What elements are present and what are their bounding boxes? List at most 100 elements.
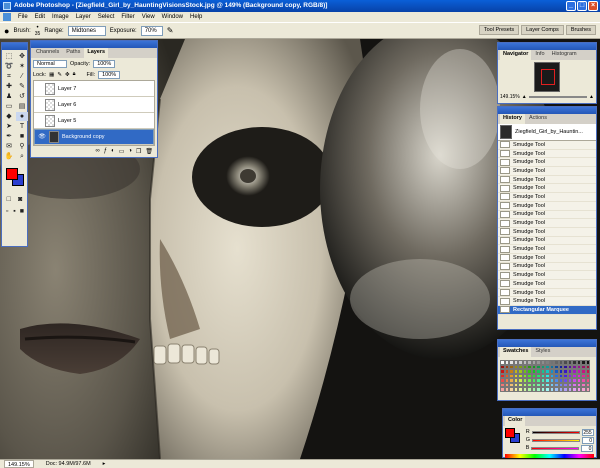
ps-menu-icon[interactable] (3, 13, 11, 21)
tab-actions[interactable]: Actions (525, 114, 550, 124)
hand-tool-icon[interactable]: ✋ (3, 152, 15, 161)
tab-swatches[interactable]: Swatches (500, 347, 532, 357)
add-mask-icon[interactable]: ◐ (111, 148, 115, 154)
toolbox-grip[interactable] (2, 43, 27, 50)
tab-info[interactable]: Info (532, 50, 548, 60)
quick-mask-icon[interactable]: ◙ (16, 195, 26, 204)
layer-style-icon[interactable]: ƒ (104, 148, 107, 154)
tab-history[interactable]: History (500, 114, 525, 124)
history-item[interactable]: Smudge Tool (498, 210, 596, 220)
status-zoom[interactable]: 149.15% (4, 460, 34, 468)
channel-r-value[interactable]: 255 (581, 428, 594, 436)
dodge-tool-icon[interactable]: ● (16, 112, 28, 121)
well-layer-comps[interactable]: Layer Comps (521, 25, 564, 35)
lock-all-icon[interactable]: 🔒︎ (73, 71, 76, 78)
healing-brush-tool-icon[interactable]: ✚ (3, 82, 15, 91)
history-item[interactable]: Smudge Tool (498, 262, 596, 272)
close-button[interactable]: × (588, 1, 598, 11)
clone-stamp-tool-icon[interactable]: ♟ (3, 92, 15, 101)
screen-mode-full-icon[interactable]: ■ (19, 207, 25, 216)
move-tool-icon[interactable]: ✥ (16, 52, 28, 61)
lock-image-icon[interactable]: ✎ (57, 72, 62, 78)
current-tool-icon[interactable]: ● (4, 26, 9, 36)
tab-color[interactable]: Color (505, 416, 526, 426)
history-item[interactable]: Smudge Tool (498, 219, 596, 228)
menu-window[interactable]: Window (162, 14, 183, 20)
well-tool-presets[interactable]: Tool Presets (478, 25, 520, 35)
delete-layer-icon[interactable]: 🗑︎ (145, 148, 153, 155)
slider-b[interactable] (531, 446, 580, 450)
foreground-color-swatch[interactable] (6, 168, 18, 180)
shape-tool-icon[interactable]: ■ (16, 132, 28, 141)
airbrush-icon[interactable]: ✎ (167, 26, 174, 35)
notes-tool-icon[interactable]: ✉ (3, 142, 15, 151)
range-select[interactable]: Midtones (67, 25, 106, 36)
history-item[interactable]: Smudge Tool (498, 141, 596, 150)
new-group-icon[interactable]: ▭ (119, 148, 125, 155)
history-item[interactable]: Smudge Tool (498, 297, 596, 307)
zoom-out-icon[interactable]: ▲ (522, 94, 527, 100)
history-panel-titlebar[interactable] (498, 107, 596, 114)
history-item[interactable]: Smudge Tool (498, 193, 596, 202)
pen-tool-icon[interactable]: ✒ (3, 132, 15, 141)
eraser-tool-icon[interactable]: ▭ (3, 102, 15, 111)
swatch-cell[interactable] (585, 387, 590, 392)
navigator-panel-titlebar[interactable] (498, 43, 596, 50)
menu-layer[interactable]: Layer (76, 14, 91, 20)
blur-tool-icon[interactable]: ◆ (3, 112, 15, 121)
history-brush-tool-icon[interactable]: ↺ (16, 92, 28, 101)
channel-b-value[interactable]: 0 (581, 444, 594, 452)
slider-g[interactable] (532, 438, 580, 442)
color-spectrum-bar[interactable] (505, 454, 594, 458)
menu-image[interactable]: Image (52, 14, 69, 20)
history-item[interactable]: Smudge Tool (498, 175, 596, 185)
new-adjustment-icon[interactable]: ◑ (128, 148, 132, 154)
history-item[interactable]: Smudge Tool (498, 227, 596, 237)
link-layers-icon[interactable]: ∞ (95, 148, 99, 154)
layer-row[interactable]: Layer 6 (34, 97, 154, 113)
menu-view[interactable]: View (142, 14, 155, 20)
layer-row[interactable]: Layer 5 (34, 113, 154, 129)
history-item[interactable]: Smudge Tool (498, 201, 596, 211)
lock-position-icon[interactable]: ✥ (65, 72, 70, 78)
menu-filter[interactable]: Filter (121, 14, 134, 20)
eyedropper-tool-icon[interactable]: ⚲ (16, 142, 28, 151)
eye-icon[interactable]: 👁︎ (38, 133, 46, 141)
history-item[interactable]: Smudge Tool (498, 280, 596, 289)
history-item[interactable]: Smudge Tool (498, 253, 596, 263)
blend-mode-select[interactable]: Normal (33, 59, 67, 68)
maximize-button[interactable]: □ (577, 1, 587, 11)
history-item[interactable]: Smudge Tool (498, 271, 596, 280)
screen-mode-full-menu-icon[interactable]: ▪ (11, 207, 17, 216)
menu-help[interactable]: Help (190, 14, 202, 20)
color-panel-titlebar[interactable] (503, 409, 596, 416)
zoom-slider[interactable] (528, 96, 588, 98)
path-selection-tool-icon[interactable]: ➤ (3, 122, 15, 131)
lasso-tool-icon[interactable]: ➰ (3, 62, 15, 71)
history-item[interactable]: Smudge Tool (498, 167, 596, 176)
history-item[interactable]: Smudge Tool (498, 184, 596, 194)
history-item[interactable]: Smudge Tool (498, 288, 596, 298)
tab-channels[interactable]: Channels (33, 48, 63, 58)
standard-mode-icon[interactable]: □ (4, 195, 14, 204)
well-brushes[interactable]: Brushes (565, 25, 596, 35)
magic-wand-tool-icon[interactable]: ✶ (16, 62, 28, 71)
opacity-input[interactable]: 100% (93, 59, 116, 68)
layers-panel-titlebar[interactable] (31, 41, 157, 48)
slice-tool-icon[interactable]: ⁄ (16, 72, 28, 81)
menu-file[interactable]: File (18, 14, 28, 20)
brush-picker[interactable]: • 35 (35, 25, 41, 37)
brush-tool-icon[interactable]: ✎ (16, 82, 28, 91)
slider-r[interactable] (531, 430, 580, 434)
navigator-preview[interactable] (534, 62, 560, 92)
zoom-tool-icon[interactable]: ⌕ (16, 152, 28, 161)
navigator-zoom-value[interactable]: 149.15% (500, 94, 520, 100)
tab-layers[interactable]: Layers (84, 48, 109, 58)
type-tool-icon[interactable]: T (16, 122, 28, 131)
layer-row[interactable]: Layer 7 (34, 81, 154, 97)
history-item[interactable]: Smudge Tool (498, 245, 596, 254)
zoom-in-icon[interactable]: ▲ (589, 94, 594, 100)
history-snapshot[interactable]: Ziegfield_Girl_by_Hauntin... (498, 124, 596, 141)
status-arrow-icon[interactable]: ▸ (103, 460, 106, 468)
menu-edit[interactable]: Edit (35, 14, 45, 20)
